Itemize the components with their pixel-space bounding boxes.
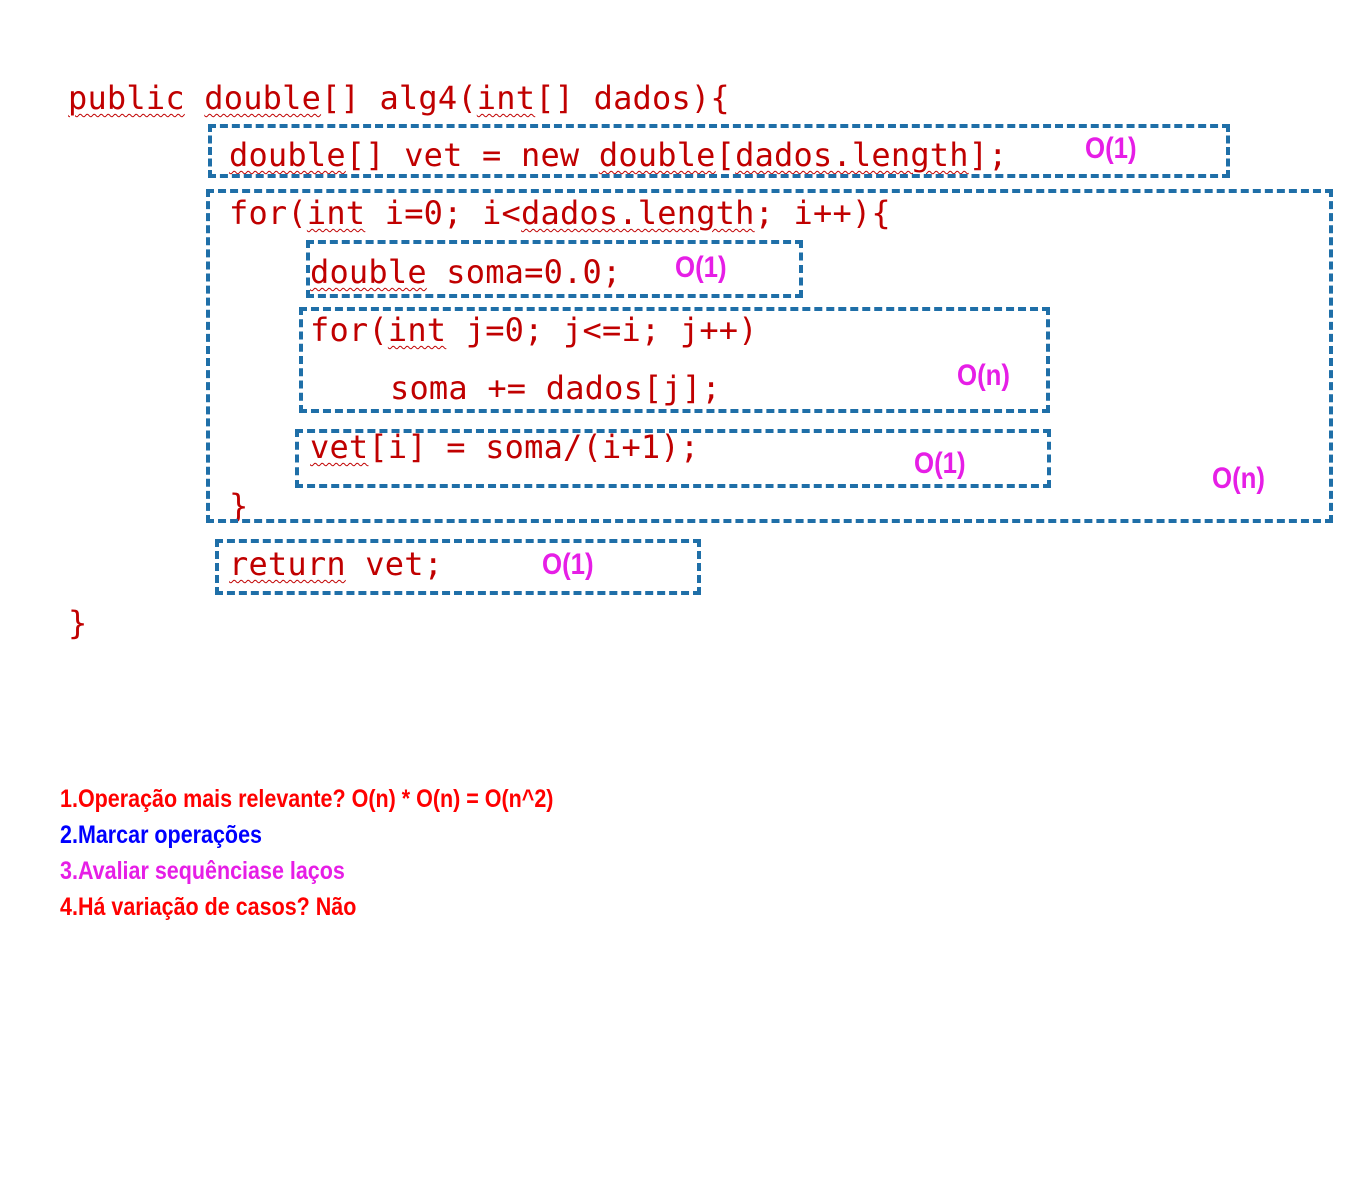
step-text: Há variação de casos? Não xyxy=(77,893,357,921)
box-vet-allocation xyxy=(208,124,1230,178)
step-text: Operação mais relevante? O(n) * O(n) = O… xyxy=(77,785,554,813)
complexity-label-return: O(1) xyxy=(542,548,594,581)
step-number: 2. xyxy=(60,821,78,849)
code-token: public xyxy=(68,79,185,117)
complexity-label-vet-assign: O(1) xyxy=(914,447,966,480)
step-text: Avaliar sequênciase laços xyxy=(77,857,345,885)
code-line-method-signature: public double[] alg4(int[] dados){ xyxy=(68,78,730,118)
code-line-method-close: } xyxy=(68,604,88,642)
code-token: [] alg4( xyxy=(321,79,477,117)
code-token: [] dados){ xyxy=(535,79,730,117)
step-item-3: 3.Avaliar sequênciase laços xyxy=(60,856,345,886)
code-token: double xyxy=(204,79,322,117)
step-number: 3. xyxy=(60,857,78,885)
complexity-label-vet-allocation: O(1) xyxy=(1085,132,1137,165)
box-return xyxy=(215,539,701,595)
step-number: 4. xyxy=(60,893,78,921)
complexity-label-outer-loop: O(n) xyxy=(1212,462,1266,495)
step-item-2: 2.Marcar operações xyxy=(60,820,262,850)
step-item-1: 1.Operação mais relevante? O(n) * O(n) =… xyxy=(60,784,553,814)
box-soma-init xyxy=(306,240,803,298)
complexity-label-inner-loop: O(n) xyxy=(957,359,1011,392)
step-text: Marcar operações xyxy=(77,821,262,849)
step-item-4: 4.Há variação de casos? Não xyxy=(60,892,356,922)
box-inner-for xyxy=(299,307,1050,413)
code-token: int xyxy=(476,79,536,117)
step-number: 1. xyxy=(60,785,78,813)
complexity-label-soma-init: O(1) xyxy=(675,251,727,284)
